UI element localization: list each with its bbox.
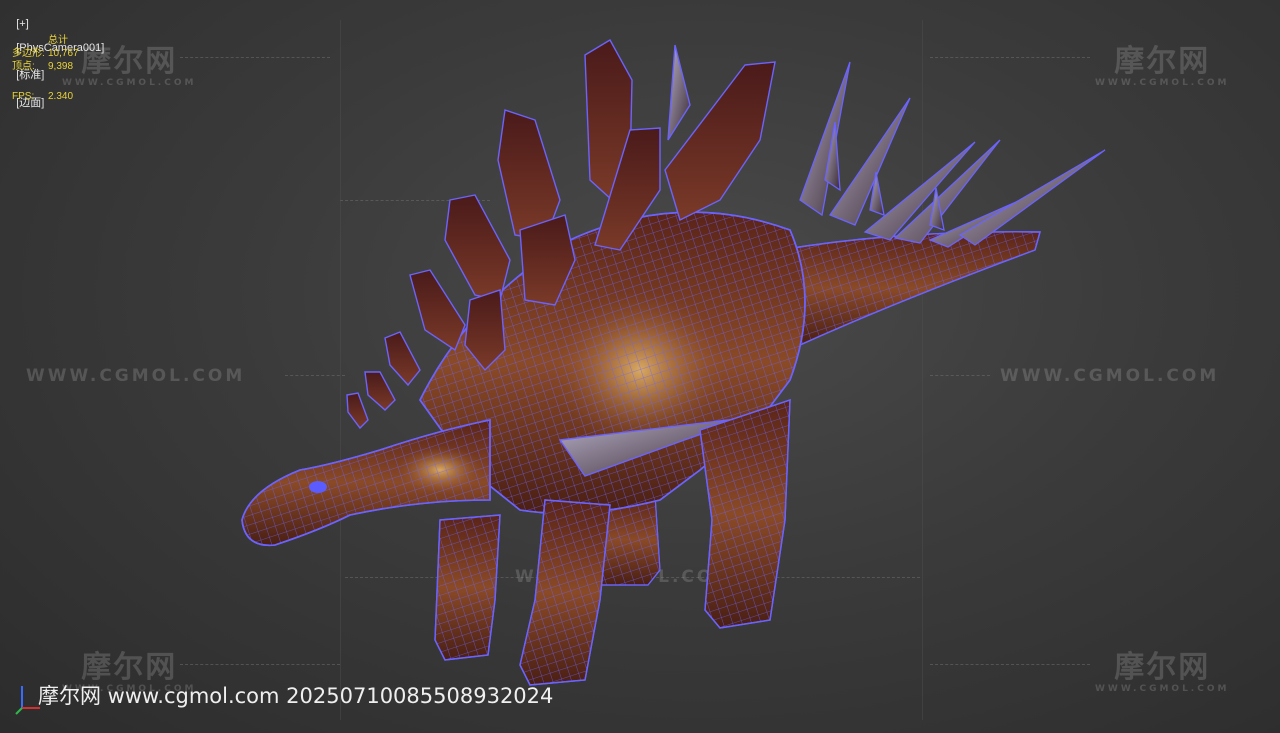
fps-label: FPS:	[12, 91, 35, 102]
stats-polygons-row: 多边形: 10,767	[12, 47, 108, 60]
fps-value: 2.340	[48, 91, 74, 102]
tail-spikes	[799, 61, 1106, 248]
polygons-label: 多边形:	[12, 48, 45, 59]
kentrosaurus-model[interactable]	[0, 0, 1280, 733]
stats-overlay: 总计 多边形: 10,767 顶点: 9,398 FPS: 2.340	[12, 34, 108, 103]
tail	[779, 231, 1041, 346]
vertices-value: 9,398	[48, 61, 74, 72]
vertices-label: 顶点:	[12, 61, 35, 72]
stats-vertices-row: 顶点: 9,398	[12, 60, 108, 73]
stats-header: 总计	[48, 35, 68, 46]
viewport[interactable]: 摩尔网 WWW.CGMOL.COM 摩尔网 WWW.CGMOL.COM 摩尔网 …	[0, 0, 1280, 733]
footer-watermark: 摩尔网 www.cgmol.com 2025071008550893202​4	[38, 684, 554, 708]
polygons-value: 10,767	[48, 48, 79, 59]
viewport-menu-button[interactable]: [+]	[16, 18, 29, 30]
stats-fps-row: FPS: 2.340	[12, 90, 108, 103]
